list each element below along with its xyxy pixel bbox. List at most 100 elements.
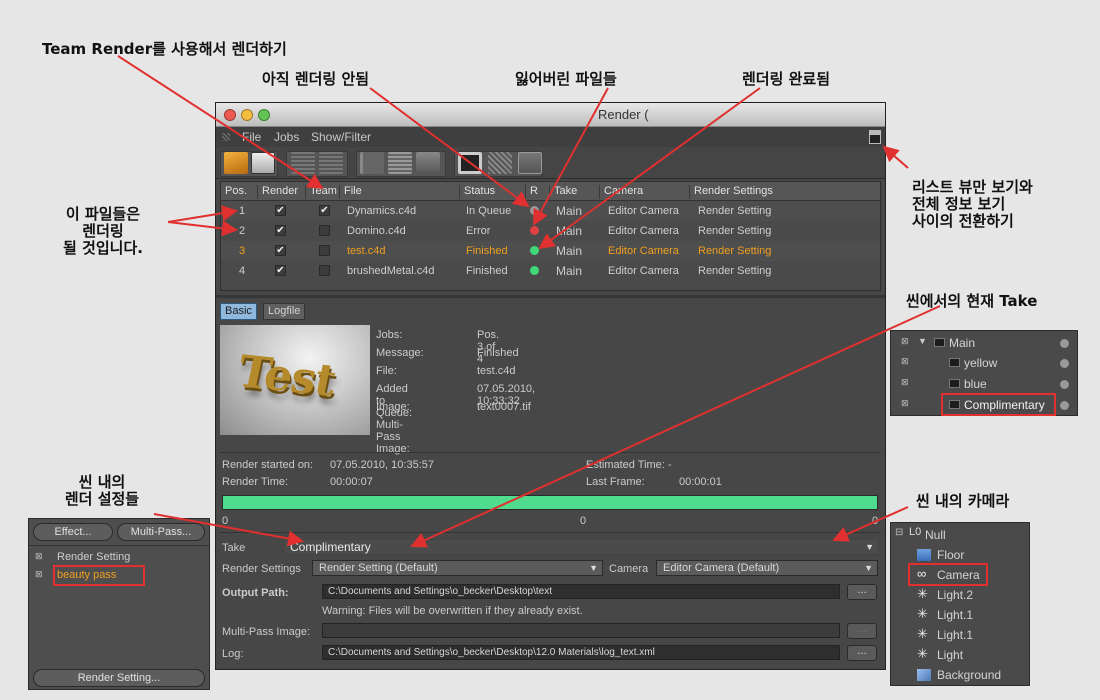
- menu-jobs[interactable]: Jobs: [274, 130, 299, 144]
- table-row[interactable]: 2 ✔ Domino.c4d Error Main Editor Camera …: [221, 221, 880, 241]
- estimated-time: Estimated Time: -: [586, 459, 672, 471]
- take-item-yellow[interactable]: ⊠ yellow: [891, 353, 1077, 373]
- take-label: Main: [949, 336, 976, 350]
- render-checkbox[interactable]: ✔: [275, 225, 286, 236]
- view-toggle-button[interactable]: [869, 130, 881, 144]
- close-button[interactable]: [224, 109, 236, 121]
- light-icon: ✳: [917, 626, 928, 641]
- effect-button[interactable]: Effect...: [33, 523, 113, 541]
- export-icon[interactable]: [416, 152, 440, 174]
- col-team[interactable]: Team: [305, 185, 337, 199]
- team-checkbox[interactable]: [319, 245, 330, 256]
- window-icon[interactable]: [458, 152, 482, 174]
- preview-text: Test: [232, 346, 340, 407]
- row-settings: Render Setting: [698, 225, 772, 237]
- job-table: Pos. Render Team File Status R Take Came…: [220, 181, 881, 291]
- log-field[interactable]: C:\Documents and Settings\o_becker\Deskt…: [322, 645, 840, 660]
- object-label: Background: [937, 668, 1002, 682]
- object-item-light[interactable]: ✳ Light.1: [891, 605, 1029, 625]
- table-row[interactable]: 1 ✔ ✔ Dynamics.c4d In Queue Main Editor …: [221, 201, 880, 221]
- object-item-light[interactable]: ✳ Light: [891, 645, 1029, 665]
- open-folder-icon[interactable]: [224, 152, 248, 174]
- pane-divider[interactable]: [216, 295, 885, 298]
- row-file: Dynamics.c4d: [347, 205, 417, 217]
- render-icon[interactable]: [488, 152, 512, 174]
- render-checkbox[interactable]: ✔: [275, 265, 286, 276]
- annotation-files-rendered: 이 파일들은 렌더링 될 것입니다.: [63, 205, 143, 257]
- render-queue-window: Render ( File Jobs Show/Filter Pos. Rend…: [215, 102, 886, 670]
- row-pos: 4: [239, 265, 246, 277]
- object-item-background[interactable]: Background: [891, 665, 1029, 685]
- render-setting-button[interactable]: Render Setting...: [33, 669, 205, 687]
- render-setting-highlight: [53, 565, 145, 586]
- menu-show-filter[interactable]: Show/Filter: [311, 130, 371, 144]
- col-render-settings[interactable]: Render Settings: [689, 185, 773, 199]
- col-r[interactable]: R: [525, 185, 538, 199]
- camera-highlight: [908, 563, 988, 586]
- annotation-not-rendered: 아직 렌더링 안됨: [262, 70, 370, 88]
- zoom-button[interactable]: [258, 109, 270, 121]
- camera-value: Editor Camera (Default): [663, 562, 780, 574]
- visibility-icon: ⊠: [901, 377, 909, 387]
- col-status[interactable]: Status: [459, 185, 495, 199]
- info-image-label: Image:: [376, 401, 410, 413]
- object-item-light[interactable]: ✳ Light.1: [891, 625, 1029, 645]
- background-icon: [917, 669, 931, 681]
- object-item-light[interactable]: ✳ Light.2: [891, 585, 1029, 605]
- title-bar: Render (: [216, 103, 885, 127]
- row-file: Domino.c4d: [347, 225, 406, 237]
- move-up-icon[interactable]: [291, 152, 315, 174]
- move-down-icon[interactable]: [319, 152, 343, 174]
- col-file[interactable]: File: [339, 185, 362, 199]
- light-icon: ✳: [917, 586, 928, 601]
- output-path-field[interactable]: C:\Documents and Settings\o_becker\Deskt…: [322, 584, 840, 599]
- info-file: test.c4d: [477, 365, 516, 377]
- multipass-browse-button[interactable]: ...: [847, 623, 877, 639]
- row-take: Main: [556, 244, 583, 258]
- tab-basic[interactable]: Basic: [220, 303, 257, 320]
- multipass-button[interactable]: Multi-Pass...: [117, 523, 205, 541]
- col-render[interactable]: Render: [257, 185, 298, 199]
- take-dropdown[interactable]: Complimentary ▼: [283, 539, 879, 555]
- object-item-floor[interactable]: Floor: [891, 545, 1029, 565]
- table-row[interactable]: 3 ✔ test.c4d Finished Main Editor Camera…: [221, 241, 880, 261]
- chevron-down-icon: ▼: [589, 563, 598, 573]
- col-camera[interactable]: Camera: [599, 185, 643, 199]
- render-checkbox[interactable]: ✔: [275, 205, 286, 216]
- floor-icon: [917, 549, 931, 561]
- team-checkbox[interactable]: ✔: [319, 205, 330, 216]
- list-icon[interactable]: [388, 152, 412, 174]
- output-browse-button[interactable]: ...: [847, 584, 877, 600]
- separator: [220, 532, 881, 533]
- row-file: test.c4d: [347, 245, 386, 257]
- multipass-image-field[interactable]: [322, 623, 840, 638]
- save-icon[interactable]: [251, 152, 275, 174]
- menu-file[interactable]: File: [242, 130, 261, 144]
- team-checkbox[interactable]: [319, 265, 330, 276]
- col-take[interactable]: Take: [549, 185, 577, 199]
- col-pos[interactable]: Pos.: [221, 185, 247, 199]
- progress-fill: [223, 496, 877, 509]
- take-item-main[interactable]: ⊠ ▼ Main: [891, 333, 1077, 353]
- camera-icon[interactable]: [518, 152, 542, 174]
- active-marker-icon: ⊠: [35, 551, 43, 561]
- render-settings-dropdown[interactable]: Render Setting (Default) ▼: [312, 560, 603, 576]
- table-row[interactable]: 4 ✔ brushedMetal.c4d Finished Main Edito…: [221, 261, 880, 281]
- render-checkbox[interactable]: ✔: [275, 245, 286, 256]
- object-label: Null: [925, 528, 946, 542]
- team-checkbox[interactable]: [319, 225, 330, 236]
- object-label: Light.2: [937, 588, 974, 602]
- object-item-null[interactable]: ⊟ L0 Null: [891, 525, 1029, 545]
- annotation-lost-files: 잃어버린 파일들: [515, 70, 617, 88]
- chevron-down-icon: ▼: [864, 563, 873, 573]
- log-browse-button[interactable]: ...: [847, 645, 877, 661]
- take-item-blue[interactable]: ⊠ blue: [891, 374, 1077, 394]
- row-camera: Editor Camera: [608, 205, 679, 217]
- tab-logfile[interactable]: Logfile: [263, 303, 306, 320]
- delete-icon[interactable]: [360, 152, 384, 174]
- object-label: Light.1: [937, 628, 974, 642]
- minimize-button[interactable]: [241, 109, 253, 121]
- take-status-dot: [1060, 380, 1069, 389]
- camera-dropdown[interactable]: Editor Camera (Default) ▼: [656, 560, 878, 576]
- row-pos: 1: [239, 205, 246, 217]
